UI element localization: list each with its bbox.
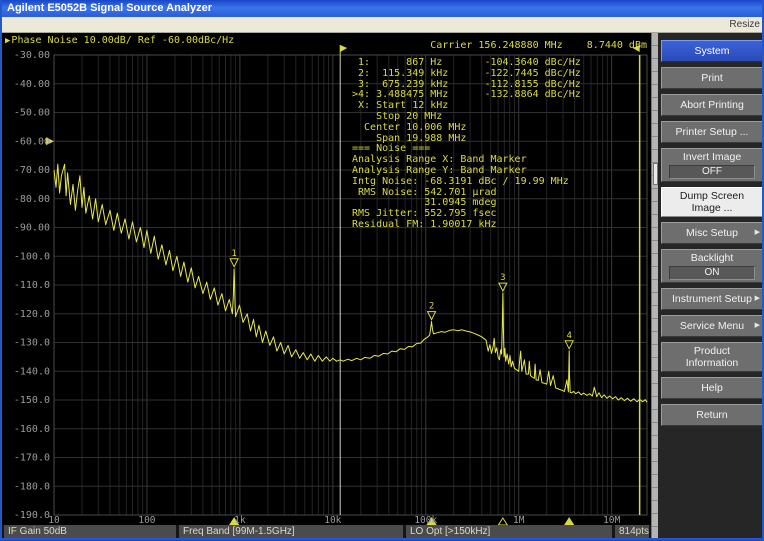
phase-noise-trace-header: ▶Phase Noise 10.00dB/ Ref -60.00dBc/Hz: [5, 35, 234, 46]
softkey-label: Return: [696, 409, 728, 421]
y-axis-tick-label: -180.0: [14, 481, 50, 492]
sidebar-button-dump-screen-image[interactable]: Dump Screen Image ...: [661, 187, 763, 217]
y-axis-tick-label: -120.0: [14, 309, 50, 320]
analysis-line-15: Residual FM: 1.90017 kHz: [352, 220, 581, 231]
y-axis-tick-label: -190.0: [14, 510, 50, 521]
y-axis-tick-label: -90.00: [14, 223, 50, 234]
sidebar-button-instrument-setup[interactable]: Instrument Setup▶: [661, 288, 763, 310]
instrument-screen: 1 2 3 4 -30.00 -40.00 -50.00 -60.00 -70.00 -80.00…: [2, 33, 651, 538]
softkey-label: Dump Screen Image ...: [668, 190, 756, 214]
y-axis-tick-label: -80.00: [14, 194, 50, 205]
softkey-label: Instrument Setup: [672, 293, 752, 305]
y-axis-tick-label: -110.0: [14, 280, 50, 291]
points-indicator: 814pts: [615, 525, 649, 538]
softkey-value: OFF: [669, 165, 755, 179]
softkey-label: System: [694, 45, 729, 57]
trace-scale-label: Phase Noise 10.00dB/ Ref -60.00dBc/Hz: [11, 35, 234, 46]
submenu-arrow-icon: ▶: [755, 293, 760, 305]
y-axis-tick-label: -50.00: [14, 108, 50, 119]
sidebar-button-invert-image[interactable]: Invert Image OFF: [661, 148, 763, 182]
title-bar[interactable]: Agilent E5052B Signal Source Analyzer: [2, 0, 764, 17]
y-axis-tick-label: -70.00: [14, 165, 50, 176]
submenu-arrow-icon: ▶: [755, 227, 760, 239]
marker-4-glyph-icon[interactable]: [565, 341, 573, 349]
sidebar-button-backlight[interactable]: Backlight ON: [661, 249, 763, 283]
softkey-label: Printer Setup ...: [676, 126, 749, 138]
marker-3-number: 3: [500, 273, 505, 283]
sidebar-button-system[interactable]: System: [661, 40, 763, 62]
y-axis-tick-label: -140.0: [14, 366, 50, 377]
band-start-flag-icon: [340, 45, 347, 52]
if-gain-indicator: IF Gain 50dB: [4, 525, 176, 538]
lo-opt-indicator: LO Opt [>150kHz]: [406, 525, 612, 538]
sidebar-button-product-information[interactable]: Product Information: [661, 342, 763, 372]
softkey-label: Print: [701, 72, 723, 84]
submenu-arrow-icon: ▶: [755, 320, 760, 332]
menu-strip: Resize: [2, 17, 764, 33]
softkey-label: Invert Image: [683, 151, 741, 163]
sidebar-button-printer-setup[interactable]: Printer Setup ...: [661, 121, 763, 143]
y-axis-tick-label: -30.00: [14, 50, 50, 61]
sidebar-button-abort-printing[interactable]: Abort Printing: [661, 94, 763, 116]
softkey-sidebar: System Print Abort Printing Printer Setup .…: [658, 33, 764, 538]
analysis-line-11: Intg Noise: -68.3191 dBc / 19.99 MHz: [352, 177, 581, 188]
softkey-label: Abort Printing: [680, 99, 744, 111]
y-axis-tick-label: -170.0: [14, 453, 50, 464]
analysis-line-1: 2: 115.349 kHz -122.7445 dBc/Hz: [352, 69, 581, 80]
freq-band-indicator: Freq Band [99M-1.5GHz]: [179, 525, 403, 538]
marker-3-axis-indicator-icon[interactable]: [498, 518, 507, 525]
softkey-label: Product Information: [668, 345, 756, 369]
marker-4-number: 4: [566, 331, 571, 341]
marker-analysis-readout: 1: 867 Hz -104.3640 dBc/Hz 2: 115.349 kH…: [352, 58, 581, 231]
active-trace-icon: ▶: [5, 36, 10, 46]
marker-4-axis-indicator-icon[interactable]: [565, 518, 574, 525]
y-axis-tick-label: -40.00: [14, 79, 50, 90]
marker-3-glyph-icon[interactable]: [499, 283, 507, 291]
marker-2-number: 2: [429, 302, 434, 312]
sidebar-button-print[interactable]: Print: [661, 67, 763, 89]
resize-label[interactable]: Resize: [729, 19, 760, 30]
sidebar-button-help[interactable]: Help: [661, 377, 763, 399]
app-window: Agilent E5052B Signal Source Analyzer Re…: [0, 0, 764, 541]
marker-2-glyph-icon[interactable]: [428, 312, 436, 320]
softkey-label: Help: [701, 382, 723, 394]
softkey-label: Misc Setup: [686, 227, 738, 239]
softkey-value: ON: [669, 266, 755, 280]
y-axis-tick-label: -60.00: [14, 136, 50, 147]
analysis-line-6: Center 10.006 MHz: [352, 123, 581, 134]
marker-1-number: 1: [231, 249, 236, 259]
status-bar: IF Gain 50dB Freq Band [99M-1.5GHz] LO O…: [2, 525, 651, 538]
side-scrollbar[interactable]: [651, 33, 658, 538]
carrier-readout: Carrier 156.248880 MHz 8.7440 dBm: [430, 40, 647, 51]
sidebar-button-return[interactable]: Return: [661, 404, 763, 426]
y-axis-tick-label: -100.0: [14, 251, 50, 262]
y-axis-tick-label: -130.0: [14, 338, 50, 349]
softkey-label: Service Menu: [680, 320, 744, 332]
sidebar-button-misc-setup[interactable]: Misc Setup ▶: [661, 222, 763, 244]
sidebar-button-service-menu[interactable]: Service Menu ▶: [661, 315, 763, 337]
softkey-label: Backlight: [691, 252, 734, 264]
y-axis-tick-label: -160.0: [14, 424, 50, 435]
y-axis-tick-label: -150.0: [14, 395, 50, 406]
window-title: Agilent E5052B Signal Source Analyzer: [7, 2, 212, 14]
